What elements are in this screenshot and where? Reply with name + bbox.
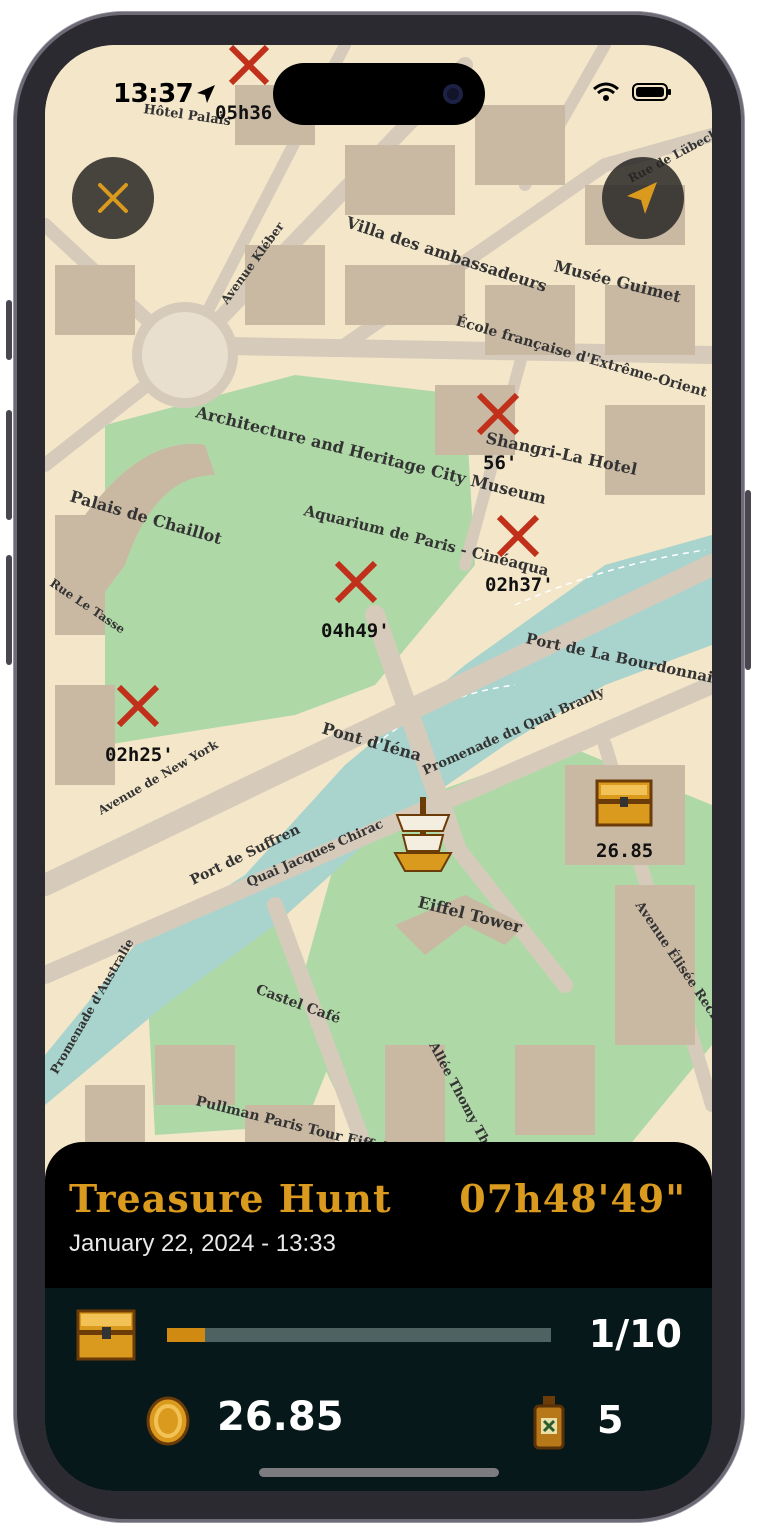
marker-time: 56' [483,452,517,474]
battery-icon [632,83,671,101]
chest-value: 26.85 [596,840,653,862]
marker-time: 02h25' [105,744,174,766]
treasure-chest-icon [595,779,653,827]
potion-bottle-icon [533,1396,565,1450]
recenter-button[interactable] [602,157,684,239]
potions-count: 5 [597,1398,624,1442]
volume-up-button [6,410,12,520]
volume-down-button [6,555,12,665]
hunt-stats: 1/10 26.85 5 [45,1288,712,1491]
marker-time: 04h49' [321,620,390,642]
power-button [745,490,751,670]
screen: Villa des ambassadeurs Musée Guimet Écol… [45,45,712,1491]
treasure-chest-map-marker[interactable]: 26.85 [595,779,653,862]
marker-time: 02h37' [485,574,554,596]
hunt-date: January 22, 2024 - 13:33 [69,1230,336,1257]
chests-found-count: 1/10 [588,1312,682,1356]
dynamic-island [273,63,485,125]
status-indicators [592,81,672,103]
home-indicator[interactable] [259,1468,499,1477]
gold-coin-icon [146,1396,190,1446]
marker-time: 05h36 [215,102,272,124]
hunt-timer: 07h48'49" [459,1176,686,1221]
close-icon [98,183,128,213]
hunt-panel: Treasure Hunt 07h48'49" January 22, 2024… [45,1142,712,1491]
wifi-icon [593,82,619,101]
side-button [6,300,12,360]
place-du-trocadero [132,302,238,408]
front-camera [443,84,463,104]
location-arrow-icon [197,85,215,103]
status-time: 13:37 [113,79,194,109]
coins-amount: 26.85 [217,1394,344,1440]
progress-bar-fill [167,1328,206,1342]
progress-bar [167,1328,551,1342]
close-button[interactable] [72,157,154,239]
treasure-chest-icon [76,1309,136,1361]
hunt-title: Treasure Hunt [69,1176,392,1221]
navigation-arrow-icon [627,182,657,214]
